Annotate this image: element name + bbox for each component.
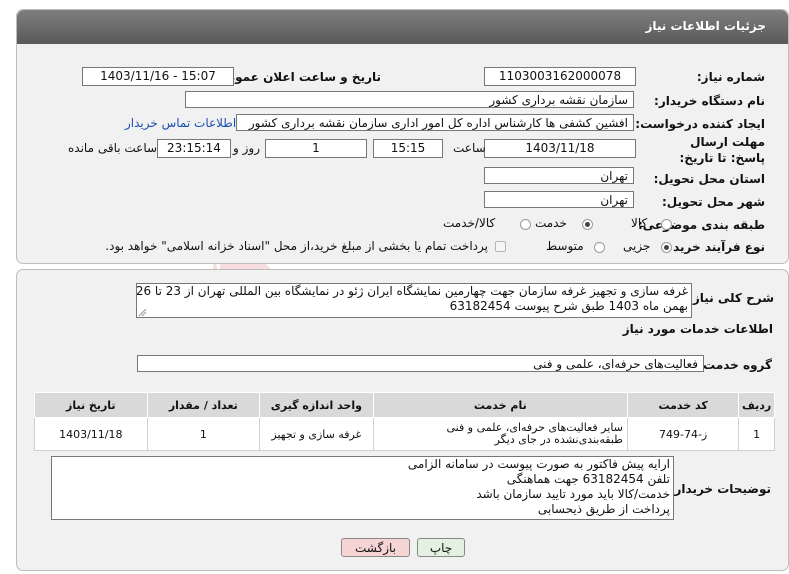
process-label: نوع فرآیند خرید : [664, 240, 765, 254]
resize-grip-icon[interactable] [138, 308, 147, 317]
service-group-field[interactable]: فعالیت‌های حرفه‌ای، علمی و فنی [137, 355, 704, 372]
days-field[interactable]: 1 [265, 139, 367, 158]
deadline-label: مهلت ارسال پاسخ: تا تاریخ: [679, 135, 766, 165]
back-button[interactable]: بازگشت [341, 538, 410, 557]
category-label: طبقه بندی موضوعی: [637, 218, 765, 232]
summary-textarea[interactable]: غرفه سازی و تجهیز غرفه سازمان جهت چهارمی… [136, 283, 692, 318]
table-header-row: ردیف کد خدمت نام خدمت واحد اندازه گیری ت… [34, 392, 775, 418]
deadline-time-label: ساعت [453, 141, 486, 155]
cell-qty: 1 [146, 417, 261, 451]
process-minor-label: جزیی [623, 239, 651, 253]
cell-date: 1403/11/18 [34, 417, 148, 451]
days-label: روز و [233, 141, 260, 155]
table-row[interactable]: 1 ز-74-749 سایر فعالیت‌های حرفه‌ای، علمی… [34, 417, 775, 451]
category-both-label: کالا/خدمت [443, 216, 496, 230]
city-label: شهر محل تحویل: [661, 195, 765, 209]
category-service-radio[interactable] [582, 219, 593, 230]
deadline-date-field[interactable]: 1403/11/18 [484, 139, 636, 158]
treasury-checkbox[interactable] [495, 241, 506, 252]
buyer-org-field[interactable]: سازمان نقشه برداری کشور [185, 91, 634, 108]
province-label: استان محل تحویل: [653, 172, 765, 186]
col-unit: واحد اندازه گیری [259, 392, 374, 418]
remaining-label: ساعت باقی مانده [68, 141, 158, 155]
col-qty: تعداد / مقدار [146, 392, 261, 418]
cell-unit: غرفه سازی و تجهیز [259, 417, 374, 451]
creator-field[interactable]: افشین کشفی ها کارشناس اداره کل امور ادار… [236, 114, 634, 131]
services-table: ردیف کد خدمت نام خدمت واحد اندازه گیری ت… [34, 392, 775, 451]
deadline-time-field[interactable]: 15:15 [373, 139, 443, 158]
service-group-label: گروه خدمت: [698, 358, 772, 372]
category-service-label: خدمت [535, 216, 567, 230]
treasury-note: پرداخت تمام یا بخشی از مبلغ خرید،از محل … [105, 239, 488, 253]
cell-code: ز-74-749 [626, 417, 740, 451]
buyer-notes-textarea[interactable]: ارایه پیش فاکتور به صورت پیوست در سامانه… [51, 456, 674, 520]
col-code: کد خدمت [626, 392, 740, 418]
cell-name: سایر فعالیت‌های حرفه‌ای، علمی و فنی طبقه… [372, 417, 628, 451]
city-field[interactable]: تهران [484, 191, 634, 208]
process-minor-radio[interactable] [661, 242, 672, 253]
buyer-org-label: نام دستگاه خریدار: [654, 94, 765, 108]
page-title: جزئیات اطلاعات نیاز [645, 19, 766, 33]
col-date: تاریخ نیاز [34, 392, 148, 418]
buyer-contact-link[interactable]: اطلاعات تماس خریدار [125, 116, 236, 130]
province-field[interactable]: تهران [484, 167, 634, 184]
process-medium-radio[interactable] [594, 242, 605, 253]
buyer-notes-label: توضیحات خریدار: [669, 482, 771, 496]
process-medium-label: متوسط [546, 239, 584, 253]
remaining-time-field[interactable]: 23:15:14 [157, 139, 231, 158]
announce-datetime-field[interactable]: 1403/11/16 - 15:07 [82, 67, 234, 86]
services-section-title: اطلاعات خدمات مورد نیاز [622, 322, 773, 336]
need-number-label: شماره نیاز: [696, 70, 765, 84]
col-row: ردیف [738, 392, 775, 418]
panel-header: جزئیات اطلاعات نیاز [17, 10, 788, 44]
announce-label: تاریخ و ساعت اعلان عمومی: [210, 70, 381, 84]
col-name: نام خدمت [372, 392, 628, 418]
summary-label: شرح کلی نیاز: [688, 291, 774, 305]
category-goods-radio[interactable] [661, 219, 672, 230]
need-number-field[interactable]: 1103003162000078 [484, 67, 636, 86]
creator-label: ایجاد کننده درخواست: [635, 117, 765, 131]
print-button[interactable]: چاپ [417, 538, 465, 557]
category-goods-label: کالا [631, 216, 648, 230]
cell-row: 1 [738, 417, 775, 451]
category-both-radio[interactable] [520, 219, 531, 230]
